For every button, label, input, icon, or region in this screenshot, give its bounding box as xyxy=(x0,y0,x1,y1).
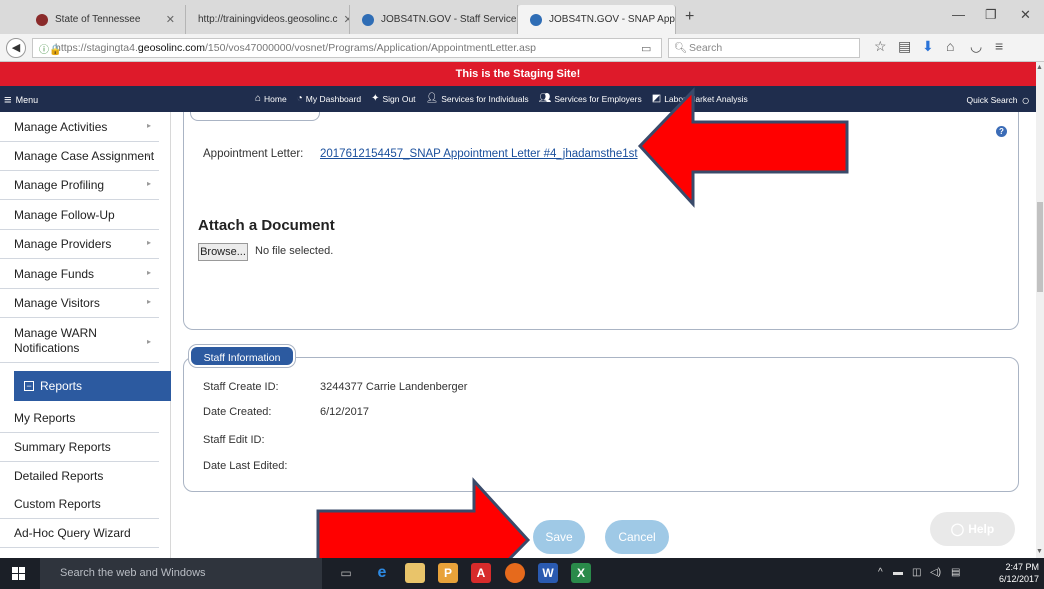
taskbar-search-input[interactable]: Search the web and Windows xyxy=(40,558,322,589)
excel-icon[interactable]: X xyxy=(571,563,591,583)
word-icon[interactable]: W xyxy=(538,563,558,583)
battery-icon[interactable]: ▬ xyxy=(893,567,903,578)
file-explorer-icon[interactable] xyxy=(405,563,425,583)
windows-taskbar: Search the web and Windows ▭ e P A W X ^… xyxy=(0,558,1044,589)
edge-browser-icon[interactable]: e xyxy=(372,563,392,583)
network-icon[interactable]: ◫ xyxy=(912,567,921,578)
annotation-layer xyxy=(316,87,849,589)
firefox-icon[interactable] xyxy=(505,563,525,583)
taskbar-clock[interactable]: 2:47 PM 6/12/2017 xyxy=(987,561,1039,585)
notification-icon[interactable]: ▤ xyxy=(951,567,960,578)
volume-icon[interactable]: ◁) xyxy=(930,567,941,578)
tray-chevron-icon[interactable]: ^ xyxy=(878,567,883,578)
task-view-icon[interactable]: ▭ xyxy=(336,563,356,583)
red-arrow-left-annotation xyxy=(637,87,849,208)
windows-start-icon[interactable] xyxy=(12,567,26,581)
acrobat-icon[interactable]: A xyxy=(471,563,491,583)
clock-date: 6/12/2017 xyxy=(998,574,1039,584)
powerpoint-icon[interactable]: P xyxy=(438,563,458,583)
clock-time: 2:47 PM xyxy=(1005,562,1039,572)
screen: State of Tennessee ✕ http://trainingvide… xyxy=(0,0,1044,589)
